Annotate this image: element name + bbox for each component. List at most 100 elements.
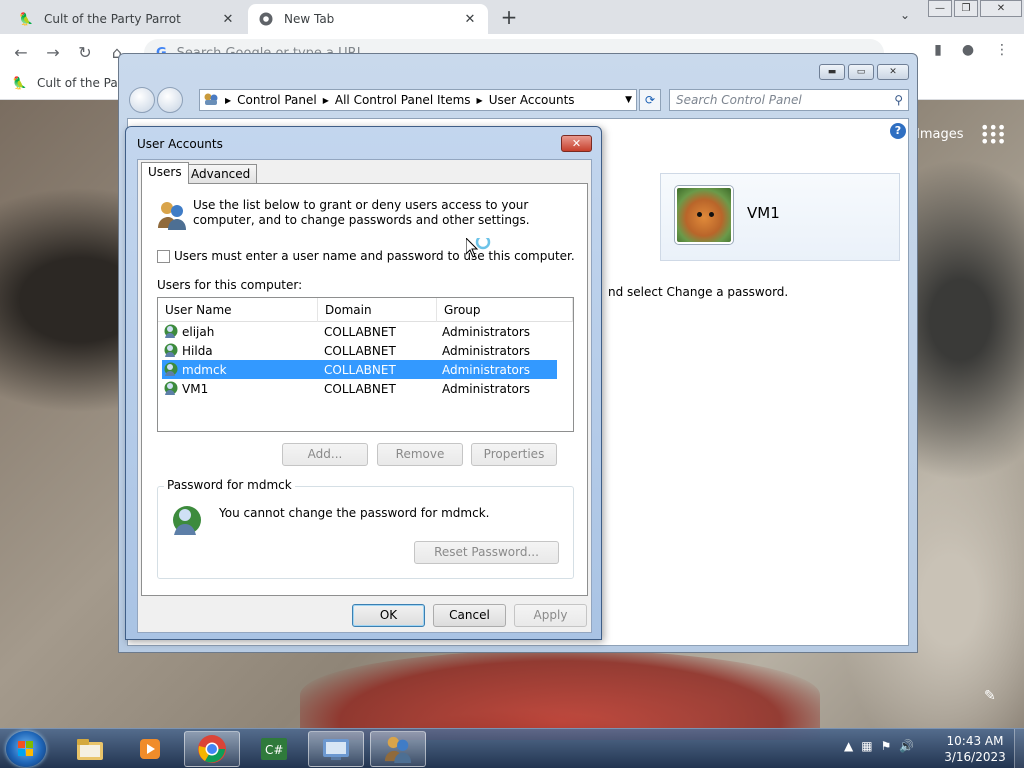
network-icon[interactable]: ▦ (861, 739, 872, 753)
forward-button[interactable] (157, 87, 183, 113)
close-window-button[interactable]: ✕ (877, 64, 909, 80)
clock[interactable]: 10:43 AM 3/16/2023 (940, 733, 1010, 765)
chevron-down-icon[interactable]: ▼ (625, 95, 632, 105)
reload-icon[interactable]: ↻ (74, 42, 96, 64)
forward-arrow-icon[interactable]: → (42, 42, 64, 64)
taskbar-media-player[interactable] (122, 731, 178, 767)
control-panel-icon (203, 92, 219, 109)
windows-logo-icon (18, 741, 34, 757)
apply-button[interactable]: Apply (514, 604, 587, 627)
parrot-icon: 🦜 (18, 12, 34, 26)
tab-new-tab[interactable]: New Tab ✕ (248, 4, 488, 34)
require-password-checkbox[interactable] (157, 249, 170, 263)
start-button[interactable] (6, 731, 46, 767)
add-user-button[interactable]: Add... (282, 443, 368, 466)
search-icon[interactable]: ⚲ (894, 90, 903, 110)
show-hidden-icons-icon[interactable]: ▲ (844, 739, 853, 753)
properties-button[interactable]: Properties (471, 443, 557, 466)
apps-grid-icon[interactable]: ••• ••• ••• (980, 120, 1006, 150)
table-row[interactable]: elijah COLLABNET Administrators (162, 322, 557, 341)
users-tab-page: Use the list below to grant or deny user… (141, 183, 588, 596)
users-icon (156, 200, 188, 230)
password-group: Password for mdmck You cannot change the… (157, 478, 574, 579)
reset-password-button[interactable]: Reset Password... (414, 541, 559, 564)
group-cell: Administrators (442, 343, 531, 358)
show-desktop-button[interactable] (1014, 729, 1024, 768)
breadcrumb-chevron-icon: ▶ (476, 95, 483, 105)
domain-user-icon (164, 381, 179, 396)
taskbar-control-panel[interactable] (308, 731, 364, 767)
volume-icon[interactable]: 🔊 (899, 739, 914, 753)
column-group[interactable]: Group (437, 298, 573, 322)
domain-user-icon (164, 362, 179, 377)
tab-search-button[interactable]: ⌄ (896, 8, 914, 26)
back-arrow-icon[interactable]: ← (10, 42, 32, 64)
customize-pencil-icon[interactable]: ✎ (984, 688, 996, 704)
account-card[interactable]: VM1 (660, 173, 900, 261)
taskbar-chrome[interactable] (184, 731, 240, 767)
taskbar-csharp[interactable]: C# (246, 731, 302, 767)
new-tab-button[interactable]: + (498, 6, 520, 28)
group-cell: Administrators (442, 362, 531, 377)
control-panel-address-bar[interactable]: ▶ Control Panel ▶ All Control Panel Item… (199, 89, 637, 111)
table-row[interactable]: mdmck COLLABNET Administrators (162, 360, 557, 379)
minimize-button[interactable]: ▬ (819, 64, 845, 80)
column-domain[interactable]: Domain (318, 298, 437, 322)
menu-icon[interactable]: ⋮ (992, 42, 1012, 62)
back-button[interactable] (129, 87, 155, 113)
user-name-cell: VM1 (182, 381, 209, 396)
users-list-label: Users for this computer: (157, 278, 303, 292)
ok-button[interactable]: OK (352, 604, 425, 627)
list-rows: elijah COLLABNET Administrators Hilda CO… (162, 322, 557, 398)
tab-advanced[interactable]: Advanced (184, 164, 258, 184)
profile-icon[interactable]: ● (958, 42, 978, 62)
account-name: VM1 (747, 204, 780, 222)
taskbar-user-accounts[interactable] (370, 731, 426, 767)
domain-cell: COLLABNET (324, 362, 396, 377)
list-header: User Name Domain Group (158, 298, 573, 322)
domain-user-icon (172, 505, 204, 537)
breadcrumb-user-accounts[interactable]: User Accounts (489, 93, 575, 107)
tab-label: New Tab (284, 12, 335, 26)
restore-button[interactable]: ❐ (954, 0, 978, 17)
column-user-name[interactable]: User Name (158, 298, 318, 322)
close-tab-icon[interactable]: ✕ (462, 12, 478, 27)
bookmark-item[interactable]: 🦜 Cult of the Part (12, 76, 127, 90)
domain-user-icon (164, 324, 179, 339)
require-password-option[interactable]: Users must enter a user name and passwor… (157, 249, 575, 263)
csharp-icon: C# (261, 738, 287, 760)
table-row[interactable]: Hilda COLLABNET Administrators (162, 341, 557, 360)
tab-users[interactable]: Users (141, 162, 189, 184)
domain-cell: COLLABNET (324, 324, 396, 339)
domain-cell: COLLABNET (324, 381, 396, 396)
browser-window-controls: — ❐ ✕ (928, 0, 1024, 18)
sidebar-icon[interactable]: ▮ (928, 42, 948, 62)
user-accounts-dialog: User Accounts ✕ Users Advanced Use the l… (125, 126, 602, 640)
folder-icon (77, 739, 103, 760)
table-row[interactable]: VM1 COLLABNET Administrators (162, 379, 557, 398)
clock-date: 3/16/2023 (944, 750, 1006, 764)
refresh-button[interactable]: ⟳ (639, 89, 661, 111)
remove-user-button[interactable]: Remove (377, 443, 463, 466)
system-tray: ▲ ▦ ⚑ 🔊 (844, 739, 914, 753)
breadcrumb-control-panel[interactable]: Control Panel (237, 93, 317, 107)
breadcrumb-all-items[interactable]: All Control Panel Items (335, 93, 471, 107)
minimize-button[interactable]: — (928, 0, 952, 17)
dialog-close-button[interactable]: ✕ (561, 135, 592, 152)
action-center-flag-icon[interactable]: ⚑ (881, 739, 892, 753)
taskbar-explorer[interactable] (62, 731, 118, 767)
maximize-button[interactable]: ▭ (848, 64, 874, 80)
help-icon[interactable]: ? (890, 123, 906, 139)
users-list[interactable]: User Name Domain Group elijah COLLABNET … (157, 297, 574, 432)
control-panel-caption-buttons: ▬ ▭ ✕ (819, 64, 909, 80)
parrot-icon: 🦜 (12, 76, 27, 90)
control-panel-search-input[interactable]: Search Control Panel ⚲ (669, 89, 909, 111)
close-window-button[interactable]: ✕ (980, 0, 1022, 17)
cancel-button[interactable]: Cancel (433, 604, 506, 627)
clock-time: 10:43 AM (946, 734, 1004, 748)
images-link[interactable]: Images (916, 127, 964, 142)
breadcrumb-chevron-icon: ▶ (225, 95, 232, 105)
tab-party-parrot[interactable]: 🦜 Cult of the Party Parrot ✕ (8, 4, 246, 34)
close-tab-icon[interactable]: ✕ (220, 12, 236, 27)
password-message: You cannot change the password for mdmck… (219, 506, 490, 520)
